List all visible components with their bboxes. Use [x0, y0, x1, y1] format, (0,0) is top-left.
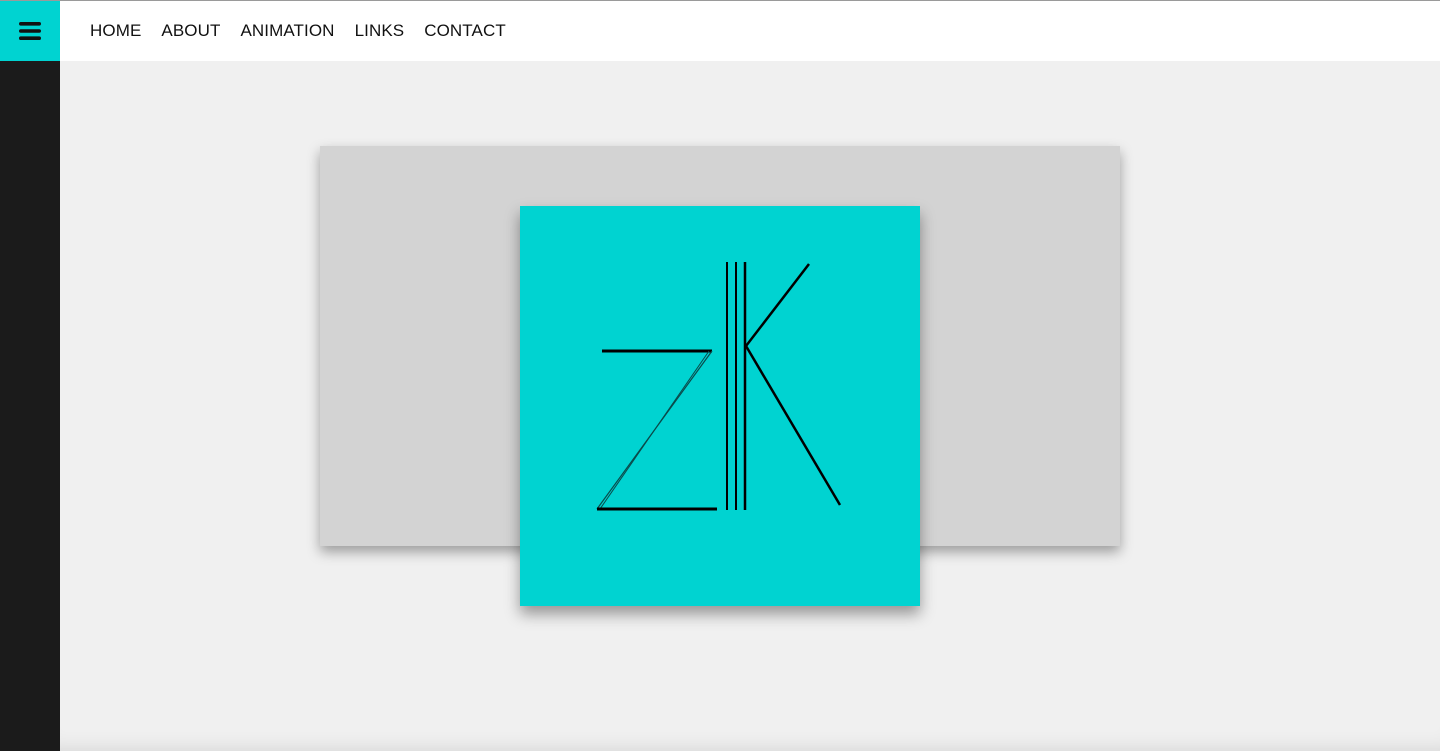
menu-toggle-button[interactable] — [0, 1, 60, 61]
logo-card — [520, 206, 920, 606]
nav-link-links[interactable]: LINKS — [355, 21, 405, 40]
nav-link-animation[interactable]: ANIMATION — [240, 21, 334, 40]
zk-monogram-logo — [596, 262, 842, 511]
page: HOME ABOUT ANIMATION LINKS CONTACT — [0, 0, 1440, 751]
nav-link-about[interactable]: ABOUT — [161, 21, 220, 40]
top-navigation-bar: HOME ABOUT ANIMATION LINKS CONTACT — [60, 1, 1440, 61]
main-nav: HOME ABOUT ANIMATION LINKS CONTACT — [90, 1, 506, 61]
hamburger-menu-icon — [19, 22, 41, 40]
nav-link-contact[interactable]: CONTACT — [424, 21, 506, 40]
sidebar — [0, 1, 60, 751]
nav-link-home[interactable]: HOME — [90, 21, 141, 40]
